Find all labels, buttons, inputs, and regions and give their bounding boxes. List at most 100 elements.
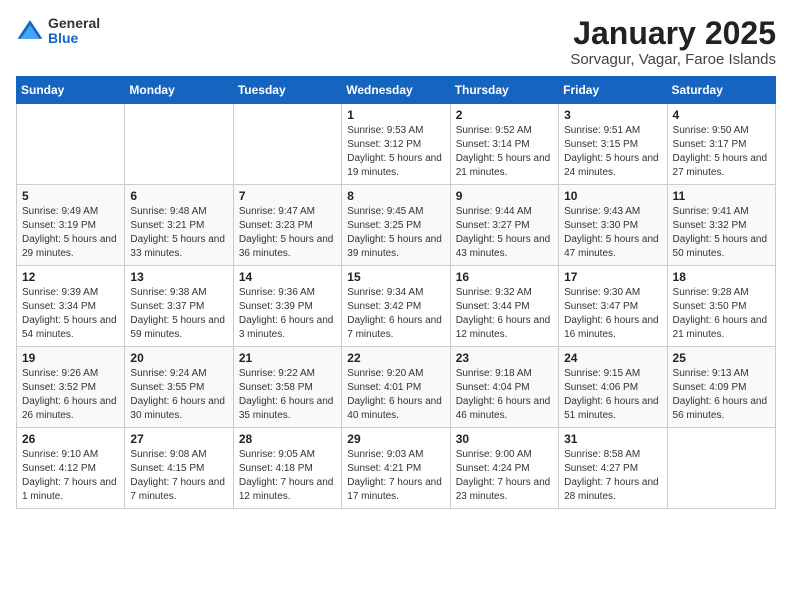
calendar-week-row: 19Sunrise: 9:26 AM Sunset: 3:52 PM Dayli… <box>17 347 776 428</box>
calendar-cell: 5 Sunrise: 9:49 AM Sunset: 3:19 PM Daylig… <box>17 185 125 266</box>
calendar-cell: 15 Sunrise: 9:34 AM Sunset: 3:42 PM Dayli… <box>342 266 450 347</box>
col-saturday: Saturday <box>667 77 775 104</box>
col-monday: Monday <box>125 77 233 104</box>
calendar-cell: 25 Sunrise: 9:13 AM Sunset: 4:09 PM Dayli… <box>667 347 775 428</box>
calendar-cell: 7 Sunrise: 9:47 AM Sunset: 3:23 PM Daylig… <box>233 185 341 266</box>
day-number: 31 <box>564 432 661 446</box>
calendar-cell: 3Sunrise: 9:51 AM Sunset: 3:15 PM Daylig… <box>559 104 667 185</box>
logo-text: General Blue <box>48 16 100 47</box>
day-info: Sunrise: 9:43 AM Sunset: 3:30 PM Dayligh… <box>564 205 661 261</box>
calendar-cell: 12 Sunrise: 9:39 AM Sunset: 3:34 PM Dayli… <box>17 266 125 347</box>
day-info: Sunrise: 9:50 AM Sunset: 3:17 PM Dayligh… <box>673 124 770 180</box>
page-header: General Blue January 2025 Sorvagur, Vaga… <box>16 16 776 68</box>
logo-blue: Blue <box>48 31 100 46</box>
logo-icon <box>16 17 44 45</box>
day-info: Sunrise: 9:22 AM Sunset: 3:58 PM Dayligh… <box>239 367 336 423</box>
calendar-cell: 24Sunrise: 9:15 AM Sunset: 4:06 PM Dayli… <box>559 347 667 428</box>
calendar-cell: 9 Sunrise: 9:44 AM Sunset: 3:27 PM Daylig… <box>450 185 558 266</box>
day-number: 7 <box>239 189 336 203</box>
calendar-cell: 18 Sunrise: 9:28 AM Sunset: 3:50 PM Dayli… <box>667 266 775 347</box>
day-info: Sunrise: 9:41 AM Sunset: 3:32 PM Dayligh… <box>673 205 770 261</box>
calendar-table: Sunday Monday Tuesday Wednesday Thursday… <box>16 76 776 509</box>
calendar-cell: 20 Sunrise: 9:24 AM Sunset: 3:55 PM Dayli… <box>125 347 233 428</box>
day-number: 27 <box>130 432 227 446</box>
calendar-week-row: 12 Sunrise: 9:39 AM Sunset: 3:34 PM Dayli… <box>17 266 776 347</box>
col-sunday: Sunday <box>17 77 125 104</box>
day-number: 3 <box>564 108 661 122</box>
day-info: Sunrise: 9:24 AM Sunset: 3:55 PM Dayligh… <box>130 367 227 423</box>
day-info: Sunrise: 9:49 AM Sunset: 3:19 PM Dayligh… <box>22 205 119 261</box>
logo-general: General <box>48 16 100 31</box>
day-number: 4 <box>673 108 770 122</box>
day-number: 14 <box>239 270 336 284</box>
calendar-cell: 29 Sunrise: 9:03 AM Sunset: 4:21 PM Dayli… <box>342 428 450 509</box>
calendar-cell: 23 Sunrise: 9:18 AM Sunset: 4:04 PM Dayli… <box>450 347 558 428</box>
day-info: Sunrise: 9:44 AM Sunset: 3:27 PM Dayligh… <box>456 205 553 261</box>
calendar-cell: 8 Sunrise: 9:45 AM Sunset: 3:25 PM Daylig… <box>342 185 450 266</box>
calendar-cell <box>17 104 125 185</box>
day-number: 12 <box>22 270 119 284</box>
calendar-cell: 6 Sunrise: 9:48 AM Sunset: 3:21 PM Daylig… <box>125 185 233 266</box>
day-info: Sunrise: 9:47 AM Sunset: 3:23 PM Dayligh… <box>239 205 336 261</box>
day-number: 23 <box>456 351 553 365</box>
col-thursday: Thursday <box>450 77 558 104</box>
col-tuesday: Tuesday <box>233 77 341 104</box>
day-info: Sunrise: 9:52 AM Sunset: 3:14 PM Dayligh… <box>456 124 553 180</box>
day-info: Sunrise: 9:00 AM Sunset: 4:24 PM Dayligh… <box>456 448 553 504</box>
day-info: Sunrise: 9:32 AM Sunset: 3:44 PM Dayligh… <box>456 286 553 342</box>
day-number: 28 <box>239 432 336 446</box>
day-number: 5 <box>22 189 119 203</box>
day-number: 13 <box>130 270 227 284</box>
calendar-cell: 31 Sunrise: 8:58 AM Sunset: 4:27 PM Dayli… <box>559 428 667 509</box>
col-wednesday: Wednesday <box>342 77 450 104</box>
calendar-cell: 4 Sunrise: 9:50 AM Sunset: 3:17 PM Daylig… <box>667 104 775 185</box>
day-number: 18 <box>673 270 770 284</box>
day-number: 15 <box>347 270 444 284</box>
calendar-cell: 19Sunrise: 9:26 AM Sunset: 3:52 PM Dayli… <box>17 347 125 428</box>
day-info: Sunrise: 9:34 AM Sunset: 3:42 PM Dayligh… <box>347 286 444 342</box>
day-number: 20 <box>130 351 227 365</box>
calendar-cell: 11 Sunrise: 9:41 AM Sunset: 3:32 PM Dayli… <box>667 185 775 266</box>
day-number: 21 <box>239 351 336 365</box>
calendar-cell: 30Sunrise: 9:00 AM Sunset: 4:24 PM Dayli… <box>450 428 558 509</box>
day-number: 16 <box>456 270 553 284</box>
day-info: Sunrise: 9:28 AM Sunset: 3:50 PM Dayligh… <box>673 286 770 342</box>
logo: General Blue <box>16 16 100 47</box>
title-block: January 2025 Sorvagur, Vagar, Faroe Isla… <box>570 16 776 68</box>
day-number: 26 <box>22 432 119 446</box>
calendar-header-row: Sunday Monday Tuesday Wednesday Thursday… <box>17 77 776 104</box>
day-info: Sunrise: 9:36 AM Sunset: 3:39 PM Dayligh… <box>239 286 336 342</box>
day-info: Sunrise: 9:48 AM Sunset: 3:21 PM Dayligh… <box>130 205 227 261</box>
day-number: 29 <box>347 432 444 446</box>
calendar-week-row: 1Sunrise: 9:53 AM Sunset: 3:12 PM Daylig… <box>17 104 776 185</box>
day-info: Sunrise: 9:39 AM Sunset: 3:34 PM Dayligh… <box>22 286 119 342</box>
calendar-cell <box>233 104 341 185</box>
calendar-cell: 17 Sunrise: 9:30 AM Sunset: 3:47 PM Dayli… <box>559 266 667 347</box>
day-number: 6 <box>130 189 227 203</box>
calendar-cell: 14 Sunrise: 9:36 AM Sunset: 3:39 PM Dayli… <box>233 266 341 347</box>
day-number: 2 <box>456 108 553 122</box>
calendar-cell: 1Sunrise: 9:53 AM Sunset: 3:12 PM Daylig… <box>342 104 450 185</box>
day-number: 22 <box>347 351 444 365</box>
day-info: Sunrise: 9:13 AM Sunset: 4:09 PM Dayligh… <box>673 367 770 423</box>
day-number: 25 <box>673 351 770 365</box>
day-info: Sunrise: 9:08 AM Sunset: 4:15 PM Dayligh… <box>130 448 227 504</box>
day-info: Sunrise: 9:45 AM Sunset: 3:25 PM Dayligh… <box>347 205 444 261</box>
day-info: Sunrise: 9:03 AM Sunset: 4:21 PM Dayligh… <box>347 448 444 504</box>
calendar-cell: 26 Sunrise: 9:10 AM Sunset: 4:12 PM Dayli… <box>17 428 125 509</box>
day-info: Sunrise: 9:38 AM Sunset: 3:37 PM Dayligh… <box>130 286 227 342</box>
day-info: Sunrise: 9:18 AM Sunset: 4:04 PM Dayligh… <box>456 367 553 423</box>
calendar-cell: 22 Sunrise: 9:20 AM Sunset: 4:01 PM Dayli… <box>342 347 450 428</box>
calendar-cell: 2 Sunrise: 9:52 AM Sunset: 3:14 PM Daylig… <box>450 104 558 185</box>
day-info: Sunrise: 9:10 AM Sunset: 4:12 PM Dayligh… <box>22 448 119 504</box>
day-number: 17 <box>564 270 661 284</box>
calendar-title: January 2025 <box>570 16 776 51</box>
day-number: 1 <box>347 108 444 122</box>
day-info: Sunrise: 9:20 AM Sunset: 4:01 PM Dayligh… <box>347 367 444 423</box>
day-number: 8 <box>347 189 444 203</box>
calendar-week-row: 5 Sunrise: 9:49 AM Sunset: 3:19 PM Daylig… <box>17 185 776 266</box>
day-info: Sunrise: 9:30 AM Sunset: 3:47 PM Dayligh… <box>564 286 661 342</box>
day-number: 11 <box>673 189 770 203</box>
day-number: 9 <box>456 189 553 203</box>
day-info: Sunrise: 8:58 AM Sunset: 4:27 PM Dayligh… <box>564 448 661 504</box>
